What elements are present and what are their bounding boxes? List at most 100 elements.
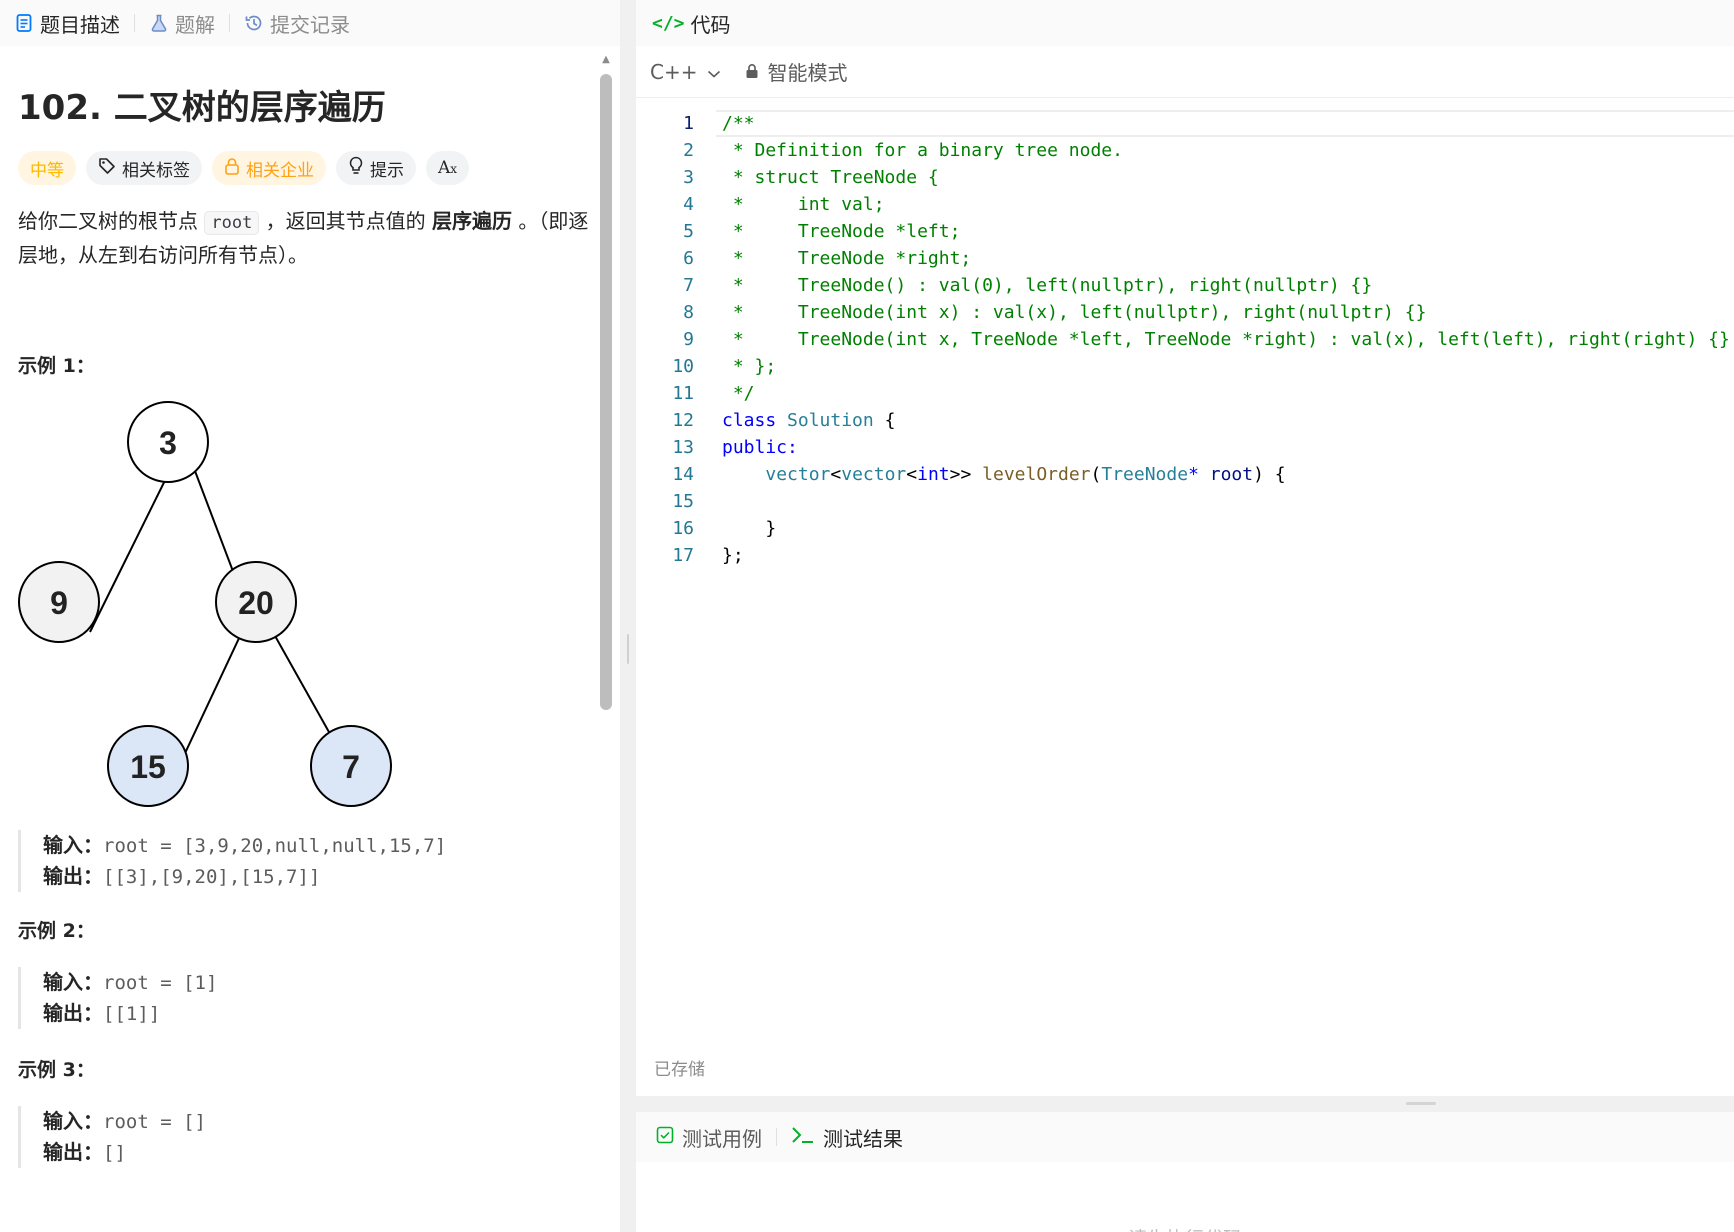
code-line[interactable]: 8 * TreeNode(int x) : val(x), left(nullp… — [636, 299, 1734, 326]
code-token: /** — [722, 113, 755, 134]
code-line[interactable]: 13 public: — [636, 434, 1734, 461]
difficulty-badge[interactable]: 中等 — [18, 151, 76, 185]
tab-submissions-label: 提交记录 — [270, 12, 350, 37]
problem-statement: 给你二叉树的根节点 root ，返回其节点值的 层序遍历 。（即逐层地，从左到右… — [18, 205, 602, 271]
line-number: 4 — [683, 194, 694, 215]
tab-testcase[interactable]: 测试用例 — [656, 1123, 762, 1152]
code-token: * int val; — [722, 194, 885, 215]
tree-node-label: 15 — [130, 749, 166, 785]
code-text: * TreeNode *right; — [694, 248, 971, 269]
code-text: }; — [694, 545, 744, 566]
smart-mode-toggle[interactable]: 智能模式 — [745, 57, 847, 86]
code-line[interactable]: 2 * Definition for a binary tree node. — [636, 137, 1734, 164]
problem-tabs: 题目描述 题解 提交记录 — [0, 0, 620, 46]
code-line[interactable]: 4 * int val; — [636, 191, 1734, 218]
code-token: * TreeNode(int x, TreeNode *left, TreeNo… — [722, 329, 1730, 350]
hint-label: 提示 — [370, 160, 404, 181]
hint-button[interactable]: 提示 — [336, 151, 416, 185]
code-line[interactable]: 10 * }; — [636, 353, 1734, 380]
code-line[interactable]: 17}; — [636, 542, 1734, 569]
code-text: public: — [694, 437, 798, 458]
panel-resize-handle[interactable] — [620, 0, 636, 1232]
language-select[interactable]: C++ — [650, 60, 721, 84]
tab-solutions[interactable]: 题解 — [149, 9, 225, 38]
code-line[interactable]: 14 vector<vector<int>> levelOrder(TreeNo… — [636, 461, 1734, 488]
code-token: root — [1209, 464, 1254, 485]
code-panel-title: 代码 — [690, 12, 731, 37]
line-number: 13 — [672, 437, 694, 458]
app-root: 题目描述 题解 提交记录 102. 二叉树的层序遍历 中等 相关标签 相关企业 … — [0, 0, 1734, 1232]
difficulty-label: 中等 — [30, 160, 64, 181]
code-panel: </> 代码 C++ 智能模式 1 /** 2 * Definition for a… — [636, 0, 1734, 1096]
resize-grip — [627, 634, 629, 664]
code-line[interactable]: 1 /** — [636, 110, 1734, 137]
code-line[interactable]: 11 */ — [636, 380, 1734, 407]
code-token: ) { — [1253, 464, 1286, 485]
code-icon: </> — [652, 12, 685, 34]
code-text: vector<vector<int>> levelOrder(TreeNode*… — [694, 464, 1286, 485]
line-number: 12 — [672, 410, 694, 431]
tab-solutions-label: 题解 — [175, 12, 215, 37]
tab-test-result[interactable]: 测试结果 — [791, 1123, 903, 1152]
tab-description-label: 题目描述 — [40, 12, 120, 37]
console-resize-handle[interactable] — [1406, 1102, 1436, 1105]
code-text: * int val; — [694, 194, 885, 215]
example-output: [[1]] — [103, 1003, 161, 1025]
example-output: [[3],[9,20],[15,7]] — [103, 866, 321, 888]
code-line[interactable]: 7 * TreeNode() : val(0), left(nullptr), … — [636, 272, 1734, 299]
scroll-up-arrow-icon[interactable]: ▲ — [600, 54, 612, 65]
inline-code-root: root — [204, 211, 260, 235]
console-panel: 测试用例 测试结果 请先执行代码 — [636, 1112, 1734, 1232]
example-input: root = [3,9,20,null,null,15,7] — [103, 835, 447, 857]
checkbox-icon — [656, 1125, 674, 1149]
tab-testcase-label: 测试用例 — [682, 1126, 762, 1151]
translate-button[interactable]: Ax — [426, 151, 470, 185]
tab-submissions[interactable]: 提交记录 — [244, 9, 360, 38]
tree-node-label: 20 — [238, 585, 274, 621]
tab-test-result-label: 测试结果 — [823, 1126, 903, 1151]
tab-description[interactable]: 题目描述 — [14, 9, 130, 38]
scrollbar-thumb[interactable] — [600, 74, 612, 710]
output-label: 输出： — [43, 1140, 103, 1164]
code-token: vector — [841, 464, 907, 485]
tree-node: 7 — [310, 725, 392, 807]
statement-bold: 层序遍历 — [432, 209, 513, 233]
code-token: ( — [1090, 464, 1102, 485]
code-token: */ — [722, 383, 755, 404]
topics-tag-button[interactable]: 相关标签 — [86, 151, 202, 185]
code-line[interactable]: 3 * struct TreeNode { — [636, 164, 1734, 191]
line-number: 3 — [683, 167, 694, 188]
code-line[interactable]: 6 * TreeNode *right; — [636, 245, 1734, 272]
code-line[interactable]: 5 * TreeNode *left; — [636, 218, 1734, 245]
line-number: 7 — [683, 275, 694, 296]
code-line[interactable]: 15 — [636, 488, 1734, 515]
tree-node: 3 — [127, 401, 209, 483]
line-number: 17 — [672, 545, 694, 566]
code-line[interactable]: 9 * TreeNode(int x, TreeNode *left, Tree… — [636, 326, 1734, 353]
companies-tag-button[interactable]: 相关企业 — [212, 151, 326, 185]
example-input: root = [1] — [103, 972, 218, 994]
translate-icon: Ax — [438, 158, 458, 178]
terminal-icon — [791, 1125, 815, 1149]
tab-separator — [229, 14, 230, 32]
tree-node-label: 3 — [159, 425, 177, 461]
tree-node: 15 — [107, 725, 189, 807]
code-token: * TreeNode *left; — [722, 221, 961, 242]
tab-separator — [134, 14, 135, 32]
line-number: 14 — [672, 464, 694, 485]
tree-node-label: 9 — [50, 585, 68, 621]
example-1-block: 输入：root = [3,9,20,null,null,15,7] 输出：[[3… — [18, 830, 602, 892]
code-line[interactable]: 12 class Solution { — [636, 407, 1734, 434]
code-editor[interactable]: 1 /** 2 * Definition for a binary tree nod… — [636, 98, 1734, 569]
code-line[interactable]: 16 } — [636, 515, 1734, 542]
code-token: < — [830, 464, 842, 485]
tab-separator — [776, 1128, 777, 1146]
smart-mode-label: 智能模式 — [767, 61, 848, 85]
binary-tree-diagram: 3 9 20 15 7 — [18, 401, 392, 807]
example-1-heading: 示例 1： — [18, 355, 95, 377]
flask-icon — [149, 13, 169, 33]
example-output: [] — [103, 1142, 126, 1164]
code-text: * TreeNode(int x, TreeNode *left, TreeNo… — [694, 329, 1730, 350]
code-text: } — [694, 518, 776, 539]
